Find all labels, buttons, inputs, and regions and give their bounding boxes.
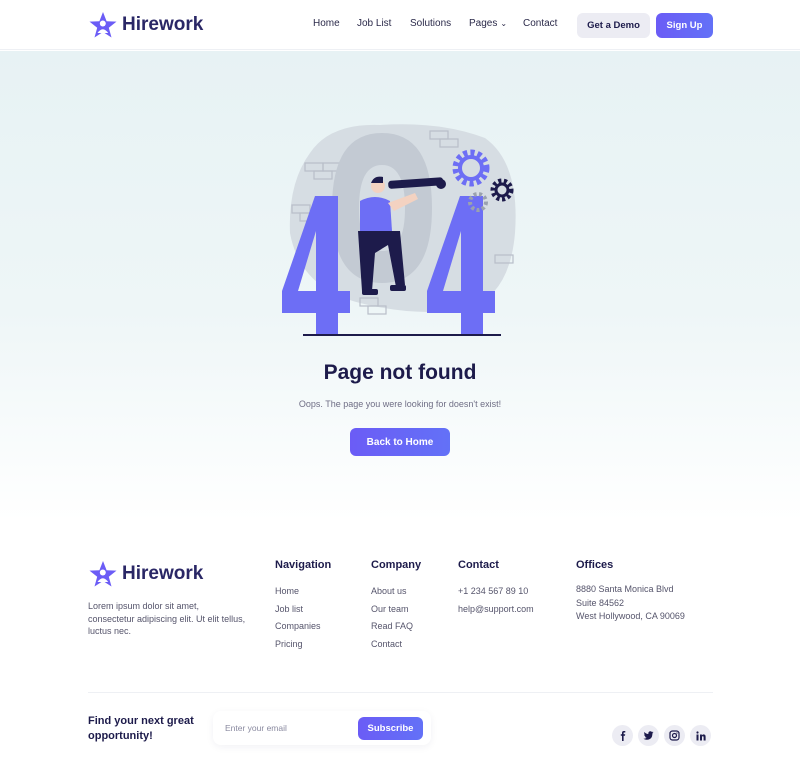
newsletter-form: Subscribe [213,711,431,745]
office-address-line: West Hollywood, CA 90069 [576,611,685,621]
404-illustration [282,124,516,336]
footer-logo[interactable]: Hirework [88,560,203,588]
linkedin-icon[interactable] [690,725,711,746]
get-demo-button[interactable]: Get a Demo [577,13,650,38]
nav-home[interactable]: Home [313,18,340,29]
facebook-icon[interactable] [612,725,633,746]
twitter-icon[interactable] [638,725,659,746]
nav-pages-label: Pages [469,18,498,29]
footer-heading: Offices [576,559,614,571]
footer-heading: Navigation [275,559,332,571]
footer-link-pricing[interactable]: Pricing [275,636,331,654]
star-logo-icon [89,561,117,587]
office-address-line: 8880 Santa Monica Blvd [576,584,674,594]
footer-link-about-us[interactable]: About us [371,583,421,601]
footer-link-read-faq[interactable]: Read FAQ [371,618,421,636]
brand-name: Hirework [122,14,204,35]
footer-navigation-column: Navigation Home Job list Companies Prici… [275,559,331,653]
nav-pages[interactable]: Pages ⌄ [469,18,507,29]
footer-heading: Company [371,559,422,571]
nav-job-list[interactable]: Job List [357,18,391,29]
sign-up-button[interactable]: Sign Up [656,13,713,38]
footer-company-column: Company About us Our team Read FAQ Conta… [371,559,421,653]
header-logo[interactable]: Hirework [88,11,203,39]
footer-divider [88,692,713,693]
brand-name: Hirework [122,563,204,584]
footer-about: Lorem ipsum dolor sit amet, consectetur … [88,601,246,636]
office-address-line: Suite 84562 [576,597,625,608]
site-header: Hirework Home Job List Solutions Pages ⌄ … [0,0,800,50]
footer-offices-column: Offices 8880 Santa Monica Blvd Suite 845… [576,559,685,624]
footer-cta-text: Find your next great opportunity! [88,715,194,742]
email-input[interactable] [225,720,355,736]
email-link[interactable]: help@support.com [458,601,534,619]
page-title: Page not found [323,361,477,384]
chevron-down-icon: ⌄ [500,19,508,28]
footer-link-our-team[interactable]: Our team [371,601,421,619]
back-to-home-button[interactable]: Back to Home [350,428,450,456]
error-hero: Page not found Oops. The page you were l… [0,51,800,521]
footer-link-companies[interactable]: Companies [275,618,331,636]
star-logo-icon [89,12,117,38]
nav-solutions[interactable]: Solutions [410,18,451,29]
page-subtitle: Oops. The page you were looking for does… [298,399,502,409]
footer-link-job-list[interactable]: Job list [275,601,331,619]
footer-link-home[interactable]: Home [275,583,331,601]
footer-link-contact[interactable]: Contact [371,636,421,654]
footer-heading: Contact [458,559,499,571]
nav-contact[interactable]: Contact [523,18,557,29]
instagram-icon[interactable] [664,725,685,746]
phone-link[interactable]: +1 234 567 89 10 [458,583,534,601]
subscribe-button[interactable]: Subscribe [358,717,423,740]
footer-contact-column: Contact +1 234 567 89 10 help@support.co… [458,559,534,618]
